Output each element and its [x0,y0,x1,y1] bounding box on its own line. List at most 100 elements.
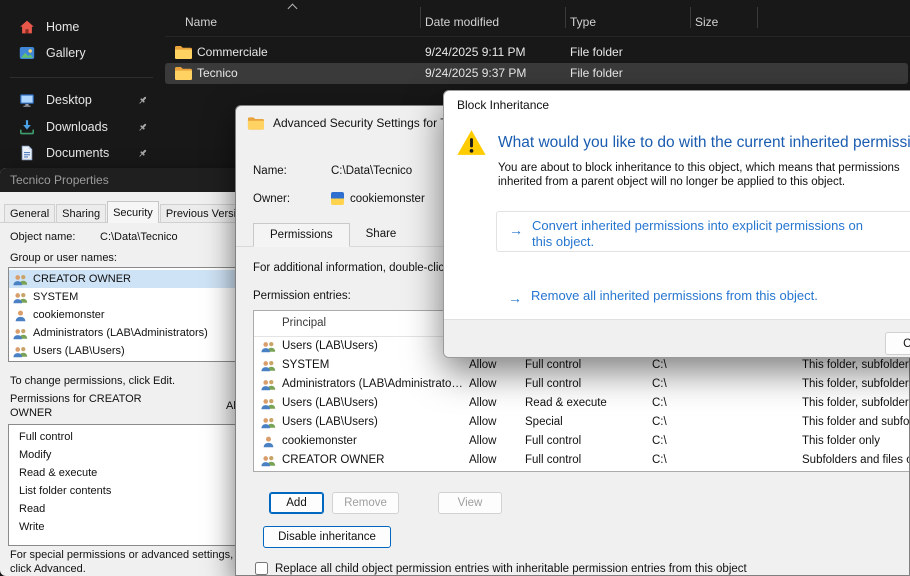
cell-inherited-from: C:\ [652,378,667,390]
permission-name: List folder contents [19,485,111,497]
table-row[interactable]: CREATOR OWNER Allow Full control C:\ Sub… [254,451,910,470]
list-item-system[interactable]: SYSTEM [9,288,250,306]
principal-name: cookiemonster [33,309,105,321]
tab-general[interactable]: General [4,204,55,223]
sidebar-item-documents[interactable]: Documents [6,141,161,165]
column-headers: Name Date modified Type Size [165,0,910,37]
file-date-modified: 9/24/2025 9:11 PM [425,45,526,59]
user-avatar-icon [331,192,344,205]
cell-applies-to: This folder, subfolders and files [802,359,910,371]
owner-label: Owner: [253,193,290,205]
list-item-cookiemonster[interactable]: cookiemonster [9,306,250,324]
object-name-value: C:\Data\Tecnico [100,231,178,243]
permission-name: Write [19,521,44,533]
group-icon [13,291,28,304]
advanced-hint-text: click Advanced. [10,563,86,575]
permission-item[interactable]: Read & execute [9,464,250,482]
pin-icon [137,148,148,159]
replace-permissions-checkbox[interactable] [255,562,268,575]
properties-dialog: Tecnico Properties General Sharing Secur… [0,168,259,576]
cell-principal: Administrators (LAB\Administrators) [282,378,464,390]
column-divider[interactable] [690,7,691,28]
table-row[interactable]: Users (LAB\Users) Allow Special C:\ This… [254,413,910,432]
cancel-button[interactable]: Cancel [885,332,910,355]
permission-item[interactable]: Write [9,518,250,536]
sidebar-item-label: Desktop [46,93,92,107]
cell-access: Full control [525,435,581,447]
block-dialog-body-text: inherited from a parent object will no l… [498,176,845,188]
table-row[interactable]: Users (LAB\Users) Allow Read & execute C… [254,394,910,413]
home-icon [19,19,35,35]
cell-type: Allow [469,454,496,466]
tab-share[interactable]: Share [350,223,413,247]
principal-name: SYSTEM [33,291,78,303]
tab-permissions[interactable]: Permissions [253,223,350,247]
folder-icon [174,45,192,59]
column-header-date-modified[interactable]: Date modified [425,15,499,29]
cell-applies-to: This folder, subfolders and files [802,397,910,409]
list-item-creator-owner[interactable]: CREATOR OWNER [9,270,250,288]
group-icon [13,345,28,358]
column-divider[interactable] [757,7,758,28]
table-row[interactable]: cookiemonster Allow Full control C:\ Thi… [254,432,910,451]
arrow-right-icon: → [509,222,523,238]
group-icon [261,378,276,391]
group-icon [261,340,276,353]
cell-principal: Users (LAB\Users) [282,340,464,352]
permission-item[interactable]: List folder contents [9,482,250,500]
convert-permissions-command-link[interactable]: → Convert inherited permissions into exp… [496,211,910,252]
cell-principal: SYSTEM [282,359,464,371]
block-dialog-footer: Cancel [444,319,910,358]
list-item-administrators[interactable]: Administrators (LAB\Administrators) [9,324,250,342]
permission-item[interactable]: Modify [9,446,250,464]
desktop: Home Gallery Desktop Downloads Documents [0,0,910,576]
cell-inherited-from: C:\ [652,359,667,371]
sidebar-item-home[interactable]: Home [6,15,161,39]
file-row-commerciale[interactable]: Commerciale 9/24/2025 9:11 PM File folde… [165,42,908,63]
replace-permissions-checkbox-row: Replace all child object permission entr… [255,562,747,575]
group-user-list: CREATOR OWNER SYSTEM cookiemonster Admin… [8,267,251,362]
add-button[interactable]: Add [269,492,324,514]
sidebar-item-label: Downloads [46,120,108,134]
cell-access: Full control [525,378,581,390]
table-row[interactable]: SYSTEM Allow Full control C:\ This folde… [254,356,910,375]
name-value: C:\Data\Tecnico [331,165,412,177]
sidebar-item-desktop[interactable]: Desktop [6,88,161,112]
sidebar-item-downloads[interactable]: Downloads [6,115,161,139]
documents-icon [19,145,35,161]
remove-button[interactable]: Remove [332,492,399,514]
permission-item[interactable]: Read [9,500,250,518]
view-button[interactable]: View [438,492,502,514]
block-inheritance-dialog: Block Inheritance What would you like to… [443,90,910,358]
folder-icon [174,66,192,80]
cell-applies-to: Subfolders and files only [802,454,910,466]
cell-inherited-from: C:\ [652,454,667,466]
cell-inherited-from: C:\ [652,416,667,428]
gallery-icon [19,45,35,61]
permission-item[interactable]: Full control [9,428,250,446]
principal-column-header[interactable]: Principal [282,317,326,329]
cell-applies-to: This folder only [802,435,880,447]
column-divider[interactable] [565,7,566,28]
edit-hint-text: To change permissions, click Edit. [10,375,175,387]
cell-type: Allow [469,359,496,371]
tab-sharing[interactable]: Sharing [56,204,106,223]
downloads-icon [19,119,35,135]
file-row-tecnico[interactable]: Tecnico 9/24/2025 9:37 PM File folder [165,63,908,84]
permission-name: Full control [19,431,73,443]
file-date-modified: 9/24/2025 9:37 PM [425,66,526,80]
cell-access: Special [525,416,563,428]
cell-principal: CREATOR OWNER [282,454,464,466]
list-item-users[interactable]: Users (LAB\Users) [9,342,250,360]
column-divider[interactable] [420,7,421,28]
disable-inheritance-button[interactable]: Disable inheritance [263,526,391,548]
column-header-name[interactable]: Name [185,15,217,29]
tab-security[interactable]: Security [107,201,159,223]
table-row[interactable]: Administrators (LAB\Administrators) Allo… [254,375,910,394]
column-header-type[interactable]: Type [570,15,596,29]
remove-permissions-command-link[interactable]: Remove all inherited permissions from th… [531,288,818,303]
permissions-list: Full control Modify Read & execute List … [8,424,251,546]
advanced-tabs: Permissions Share [253,223,412,247]
column-header-size[interactable]: Size [695,15,718,29]
sidebar-item-gallery[interactable]: Gallery [6,41,161,65]
